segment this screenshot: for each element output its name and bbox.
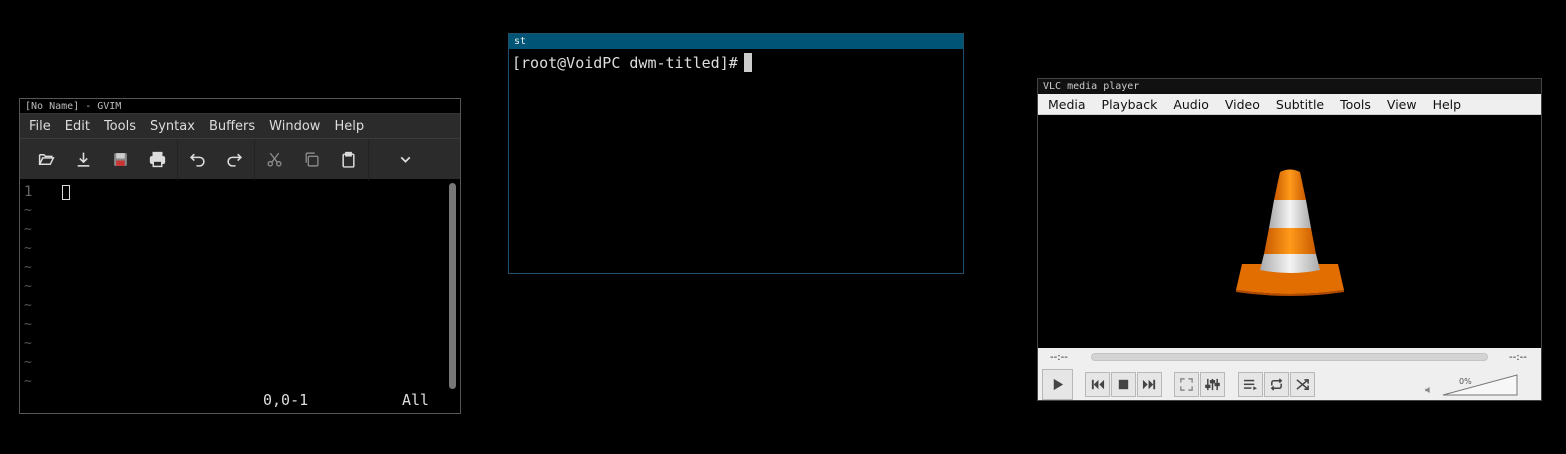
fullscreen-icon: [1180, 378, 1193, 391]
remaining-time: --:--: [1509, 352, 1527, 363]
tilde-marker: ~: [24, 298, 32, 313]
toolbar-separator: [254, 138, 255, 180]
open-file-icon[interactable]: [28, 144, 65, 174]
speaker-icon: [1425, 386, 1430, 394]
gvim-menubar: File Edit Tools Syntax Buffers Window He…: [20, 114, 460, 138]
vlc-menu-tools[interactable]: Tools: [1332, 97, 1379, 112]
prompt-text: [root@VoidPC dwm-titled]#: [512, 54, 738, 72]
play-icon: [1053, 378, 1064, 391]
vlc-menu-media[interactable]: Media: [1040, 97, 1094, 112]
vlc-menu-video[interactable]: Video: [1217, 97, 1268, 112]
st-terminal-window[interactable]: st [root@VoidPC dwm-titled]#: [508, 33, 964, 274]
gvim-menu-file[interactable]: File: [22, 119, 58, 134]
print-icon[interactable]: [139, 144, 176, 174]
playlist-button[interactable]: [1238, 372, 1263, 397]
vlc-menu-subtitle[interactable]: Subtitle: [1268, 97, 1332, 112]
gvim-window: [No Name] - GVIM File Edit Tools Syntax …: [19, 98, 461, 414]
tilde-marker: ~: [24, 317, 32, 332]
video-area[interactable]: [1038, 115, 1541, 348]
gvim-menu-window[interactable]: Window: [262, 119, 327, 134]
save-download-icon[interactable]: [65, 144, 102, 174]
shell-prompt: [root@VoidPC dwm-titled]#: [512, 53, 752, 72]
vertical-scrollbar[interactable]: [449, 183, 456, 389]
play-button[interactable]: [1042, 369, 1073, 400]
scroll-position: All: [402, 391, 430, 409]
elapsed-time: --:--: [1050, 352, 1068, 363]
equalizer-icon: [1205, 378, 1220, 391]
vlc-window: VLC media player Media Playback Audio Vi…: [1037, 78, 1542, 401]
tilde-marker: ~: [24, 374, 32, 389]
line-number: 1: [24, 184, 33, 200]
previous-button[interactable]: [1085, 372, 1110, 397]
loop-icon: [1270, 378, 1283, 391]
vlc-cone-logo: [1236, 169, 1344, 296]
next-button[interactable]: [1137, 372, 1162, 397]
gvim-menu-edit[interactable]: Edit: [58, 119, 97, 134]
gvim-menu-tools[interactable]: Tools: [97, 119, 143, 134]
volume-slider[interactable]: [1442, 374, 1518, 396]
skip-forward-icon: [1142, 379, 1156, 390]
text-cursor: [62, 185, 70, 200]
vlc-menu-audio[interactable]: Audio: [1165, 97, 1217, 112]
tilde-marker: ~: [24, 279, 32, 294]
skip-back-icon: [1091, 379, 1105, 390]
tilde-marker: ~: [24, 260, 32, 275]
toolbar-separator: [177, 138, 178, 180]
gvim-menu-syntax[interactable]: Syntax: [143, 119, 202, 134]
fullscreen-button[interactable]: [1174, 372, 1199, 397]
playlist-icon: [1243, 379, 1258, 391]
save-all-icon[interactable]: [102, 144, 139, 174]
toolbar-separator: [368, 138, 369, 180]
undo-icon[interactable]: [179, 144, 216, 174]
cut-icon[interactable]: [256, 144, 293, 174]
st-title: st: [509, 34, 963, 49]
stop-button[interactable]: [1111, 372, 1136, 397]
gvim-editor[interactable]: 1 ~ ~ ~ ~ ~ ~ ~ ~ ~ ~ 0,0-1 All: [20, 181, 460, 413]
stop-icon: [1118, 379, 1129, 390]
copy-icon[interactable]: [293, 144, 330, 174]
extended-settings-button[interactable]: [1200, 372, 1225, 397]
vlc-menu-help[interactable]: Help: [1425, 97, 1470, 112]
seek-bar[interactable]: [1091, 353, 1488, 361]
vlc-title: VLC media player: [1038, 79, 1541, 94]
redo-icon[interactable]: [216, 144, 253, 174]
tilde-marker: ~: [24, 222, 32, 237]
gvim-menu-buffers[interactable]: Buffers: [202, 119, 262, 134]
paste-icon[interactable]: [330, 144, 367, 174]
shuffle-button[interactable]: [1290, 372, 1315, 397]
vlc-menubar: Media Playback Audio Video Subtitle Tool…: [1038, 94, 1541, 115]
gvim-menu-help[interactable]: Help: [327, 119, 371, 134]
vlc-menu-view[interactable]: View: [1379, 97, 1425, 112]
tilde-marker: ~: [24, 336, 32, 351]
shuffle-icon: [1296, 379, 1309, 390]
vlc-controls: --:-- --:-- 0%: [1038, 348, 1541, 400]
chevron-down-icon[interactable]: [387, 144, 424, 174]
vlc-menu-playback[interactable]: Playback: [1094, 97, 1166, 112]
terminal-cursor: [743, 53, 752, 72]
cursor-position: 0,0-1: [263, 391, 309, 409]
tilde-marker: ~: [24, 241, 32, 256]
gvim-toolbar: [20, 138, 460, 180]
loop-button[interactable]: [1264, 372, 1289, 397]
tilde-marker: ~: [24, 203, 32, 218]
tilde-marker: ~: [24, 355, 32, 370]
gvim-title: [No Name] - GVIM: [20, 99, 460, 114]
